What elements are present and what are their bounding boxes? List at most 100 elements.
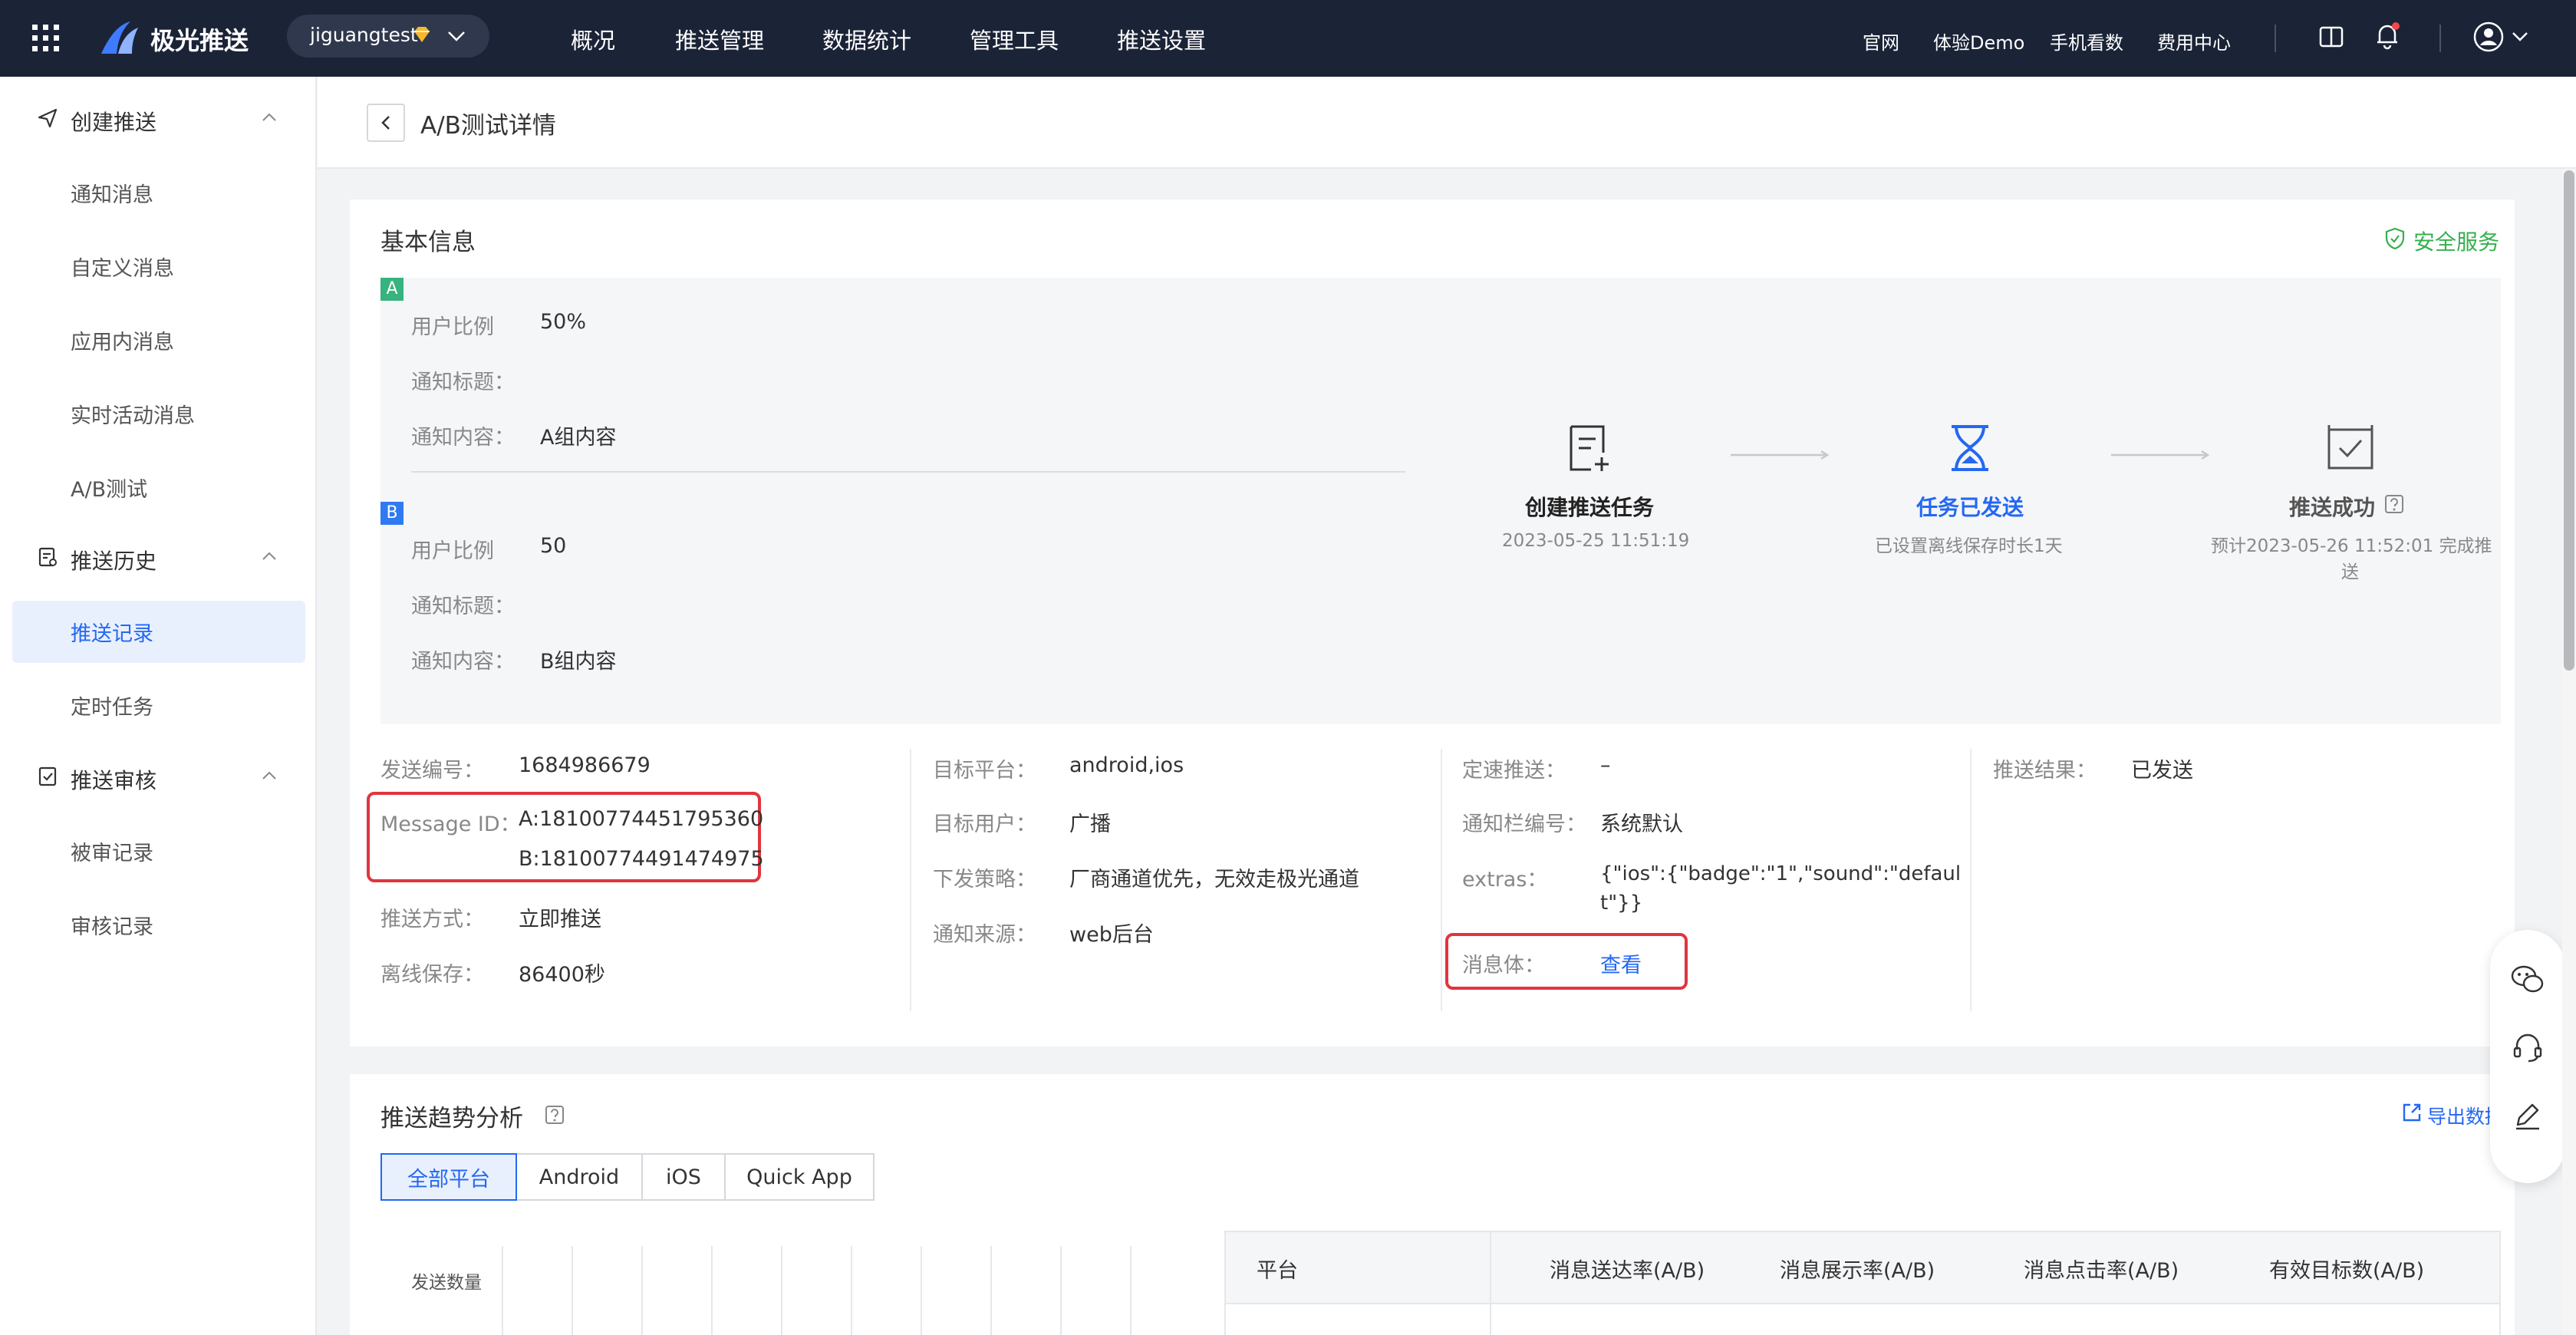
sidebar-item-custom-message[interactable]: 自定义消息 — [71, 252, 174, 282]
nav-push-management[interactable]: 推送管理 — [675, 23, 764, 55]
group-b-ratio-label: 用户比例 — [411, 539, 494, 563]
diamond-icon — [411, 24, 433, 45]
help-icon[interactable] — [545, 1105, 565, 1125]
sidebar-active-highlight — [12, 601, 305, 663]
step-2-sub: 已设置离线保存时长1天 — [1875, 536, 2063, 556]
push-method-label: 推送方式： — [380, 908, 484, 931]
user-avatar-icon[interactable] — [2472, 20, 2533, 54]
top-navigation-bar: 极光推送 jiguangtest 概况 推送管理 数据统计 管理工具 推送设置 … — [0, 0, 2576, 77]
message-id-label: Message ID： — [380, 813, 521, 836]
sidebar-item-ab-test[interactable]: A/B测试 — [71, 473, 147, 503]
tab-ios[interactable]: iOS — [641, 1153, 726, 1201]
account-selector[interactable]: jiguangtest — [287, 15, 489, 58]
customer-service-icon[interactable] — [2512, 1031, 2544, 1063]
sidebar-item-scheduled-tasks[interactable]: 定时任务 — [71, 691, 153, 720]
th-delivery-rate: 消息送达率(A/B) — [1550, 1259, 1705, 1283]
tab-quick-app[interactable]: Quick App — [724, 1153, 875, 1201]
divider — [2439, 25, 2441, 52]
link-demo[interactable]: 体验Demo — [1933, 28, 2024, 54]
group-b-content-value: B组内容 — [540, 650, 617, 674]
export-icon[interactable] — [2401, 1102, 2423, 1123]
offline-value: 86400秒 — [519, 963, 605, 987]
nav-management-tools[interactable]: 管理工具 — [970, 23, 1059, 55]
extras-label: extras： — [1462, 868, 1548, 892]
sidebar-group-push-history[interactable]: 推送历史 — [71, 545, 156, 575]
chevron-up-icon[interactable] — [261, 770, 278, 781]
extras-value-line2: t"}} — [1600, 892, 1643, 915]
review-icon — [37, 766, 58, 787]
back-button[interactable] — [367, 104, 405, 142]
account-name: jiguangtest — [310, 24, 418, 46]
nav-overview[interactable]: 概况 — [571, 23, 615, 55]
message-body-view-link[interactable]: 查看 — [1600, 948, 1642, 978]
group-b-title-label: 通知标题： — [411, 595, 515, 618]
th-platform: 平台 — [1257, 1259, 1298, 1283]
column-divider — [910, 749, 911, 1011]
source-value: web后台 — [1069, 923, 1154, 947]
sidebar-item-live-activity[interactable]: 实时活动消息 — [71, 399, 195, 429]
help-icon[interactable] — [2384, 494, 2404, 514]
arrow-right-icon — [2110, 450, 2212, 460]
edit-icon[interactable] — [2512, 1099, 2544, 1131]
app-grid-icon[interactable] — [31, 23, 61, 54]
sidebar-item-in-app-message[interactable]: 应用内消息 — [71, 325, 174, 355]
link-official-site[interactable]: 官网 — [1863, 28, 1899, 54]
target-platform-value: android,ios — [1069, 753, 1184, 777]
group-a-ratio-value: 50% — [540, 310, 587, 334]
tab-all-platforms[interactable]: 全部平台 — [380, 1153, 517, 1201]
hourglass-icon — [1945, 422, 1995, 474]
history-icon — [37, 546, 58, 568]
nav-push-settings[interactable]: 推送设置 — [1117, 23, 1206, 55]
group-a-content-value: A组内容 — [540, 426, 617, 450]
chevron-down-icon — [446, 28, 466, 44]
link-billing[interactable]: 费用中心 — [2157, 28, 2231, 54]
nav-data-statistics[interactable]: 数据统计 — [822, 23, 911, 55]
group-a-title-label: 通知标题： — [411, 371, 515, 394]
speed-push-value: – — [1600, 753, 1611, 777]
scrollbar-thumb[interactable] — [2564, 170, 2574, 671]
sidebar-item-reviewed-records[interactable]: 被审记录 — [71, 836, 153, 866]
chevron-up-icon[interactable] — [261, 551, 278, 562]
group-divider — [411, 471, 1405, 473]
th-valid-targets: 有效目标数(A/B) — [2269, 1259, 2425, 1283]
message-body-label: 消息体： — [1462, 954, 1545, 977]
speed-push-label: 定速推送： — [1462, 759, 1566, 783]
step-3-sub-cont: 送 — [2341, 562, 2359, 582]
chevron-up-icon[interactable] — [261, 112, 278, 123]
message-id-a: A:18100774451795360 — [519, 807, 764, 831]
target-user-value: 广播 — [1069, 813, 1111, 836]
tab-android[interactable]: Android — [516, 1153, 643, 1201]
chart-grid — [502, 1246, 1223, 1335]
channel-no-value: 系统默认 — [1600, 813, 1683, 836]
arrow-right-icon — [1729, 450, 1832, 460]
send-icon — [37, 107, 58, 129]
column-divider — [1970, 749, 1972, 1011]
bell-icon[interactable] — [2373, 21, 2401, 51]
step-1-time: 2023-05-25 11:51:19 — [1502, 531, 1690, 551]
th-click-rate: 消息点击率(A/B) — [2024, 1259, 2179, 1283]
sidebar-item-audit-records[interactable]: 审核记录 — [71, 910, 153, 940]
group-a-tag: A — [380, 278, 404, 301]
push-method-value: 立即推送 — [519, 908, 601, 931]
sidebar-item-notification[interactable]: 通知消息 — [71, 178, 153, 208]
sidebar-item-push-records[interactable]: 推送记录 — [71, 617, 153, 647]
task-created-icon — [1565, 422, 1616, 474]
strategy-value: 厂商通道优先，无效走极光通道 — [1069, 868, 1359, 892]
sidebar-group-create-push[interactable]: 创建推送 — [71, 106, 156, 137]
group-b-tag: B — [380, 502, 404, 525]
shield-check-icon — [2384, 227, 2406, 250]
group-a-ratio-label: 用户比例 — [411, 315, 494, 339]
book-icon[interactable] — [2318, 25, 2344, 49]
th-display-rate: 消息展示率(A/B) — [1780, 1259, 1935, 1283]
page-title: A/B测试详情 — [420, 112, 556, 140]
divider — [2275, 25, 2276, 52]
sidebar-group-push-review[interactable]: 推送审核 — [71, 764, 156, 795]
link-mobile-view[interactable]: 手机看数 — [2050, 28, 2123, 54]
section-title-trend: 推送趋势分析 — [380, 1105, 523, 1132]
group-b-ratio-value: 50 — [540, 534, 567, 558]
wechat-icon[interactable] — [2510, 964, 2545, 996]
safe-service-link[interactable]: 安全服务 — [2413, 226, 2499, 256]
push-result-value: 已发送 — [2131, 759, 2193, 783]
message-id-b: B:18100774491474975 — [519, 847, 764, 871]
target-platform-label: 目标平台： — [933, 759, 1036, 783]
